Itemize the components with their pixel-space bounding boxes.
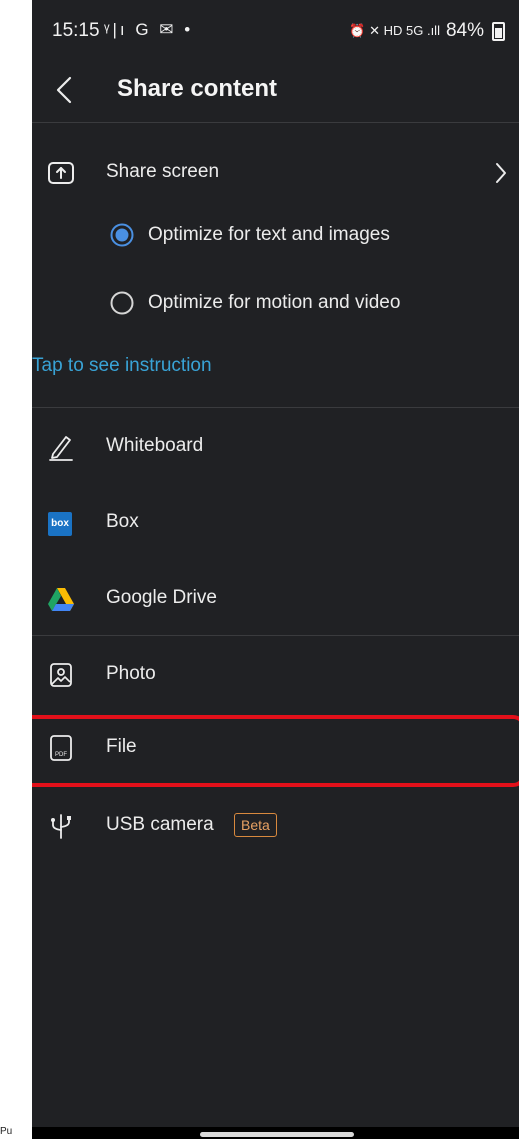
header-divider: [32, 122, 519, 123]
usb-icon: [51, 814, 71, 839]
outside-label: Pu: [0, 1126, 13, 1137]
chevron-right-icon: [496, 163, 506, 183]
pdf-file-icon: PDF: [50, 735, 72, 761]
back-button[interactable]: [48, 72, 84, 108]
home-indicator[interactable]: [200, 1132, 354, 1137]
status-time: 15:15: [52, 20, 100, 41]
share-screen-icon: [48, 162, 74, 184]
share-screen-row[interactable]: Share screen: [32, 141, 519, 205]
google-drive-row[interactable]: Google Drive: [32, 567, 519, 631]
usb-camera-row[interactable]: USB camera Beta: [32, 794, 519, 858]
status-notification-icons: ᵞ|ı G ✉ •: [104, 20, 194, 39]
photo-row[interactable]: Photo: [32, 643, 519, 707]
instruction-link[interactable]: Tap to see instruction: [32, 355, 212, 377]
box-logo: box: [48, 512, 72, 536]
top-app-bar: Share content: [32, 62, 519, 122]
pencil-icon: [49, 436, 73, 461]
battery-icon: [492, 21, 505, 41]
radio-selected-icon: [110, 223, 134, 247]
section-divider-2: [32, 635, 519, 636]
photo-label: Photo: [106, 663, 156, 684]
file-label: File: [106, 736, 137, 757]
usb-camera-label: USB camera: [106, 814, 214, 835]
back-arrow-icon: [56, 76, 72, 104]
box-row[interactable]: box Box: [32, 491, 519, 555]
section-divider-1: [32, 407, 519, 408]
status-right-icons: ⏰ ✕ HD 5G .ıll 84%: [349, 20, 505, 42]
radio-label-text-images: Optimize for text and images: [148, 224, 390, 245]
whiteboard-label: Whiteboard: [106, 435, 204, 456]
box-label: Box: [106, 511, 139, 532]
status-bar: 15:15 ᵞ|ı G ✉ • ⏰ ✕ HD 5G .ıll 84%: [32, 0, 519, 62]
photo-icon: [50, 663, 72, 687]
share-screen-label: Share screen: [106, 161, 220, 182]
battery-percent: 84%: [445, 20, 484, 41]
file-row[interactable]: PDF File: [32, 716, 519, 780]
page-title: Share content: [117, 75, 278, 102]
radio-label-motion-video: Optimize for motion and video: [148, 292, 401, 313]
google-drive-icon: [48, 588, 74, 611]
google-drive-label: Google Drive: [106, 587, 217, 608]
status-signal-icons: ⏰ ✕ HD 5G .ıll: [349, 23, 440, 38]
svg-text:PDF: PDF: [55, 752, 67, 758]
radio-unselected-icon: [110, 291, 134, 315]
beta-badge: Beta: [234, 813, 277, 837]
phone-screen: 15:15 ᵞ|ı G ✉ • ⏰ ✕ HD 5G .ıll 84% Share…: [32, 0, 519, 1139]
whiteboard-row[interactable]: Whiteboard: [32, 415, 519, 479]
